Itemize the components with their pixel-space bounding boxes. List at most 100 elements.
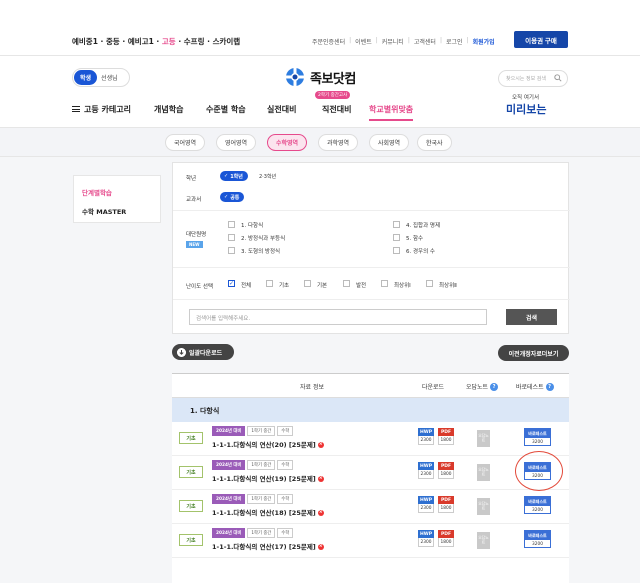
grade-links: 예비중1 · 중등 · 예비고1 · 고등 · 수프링 · 스카이랩 — [72, 37, 241, 46]
grade-link-pre-high1[interactable]: 예비고1 — [128, 37, 154, 46]
nav-category[interactable]: 고등 카테고리 — [72, 104, 131, 115]
filter-panel: 학년 ✓ 1학년 2·3학년 교과서 ✓ 공통 대단원명 NEW 1. 다항식 2.… — [172, 162, 570, 334]
nav-practice[interactable]: 실전대비 — [267, 104, 296, 115]
header-wrong-note: 오답노트? — [466, 382, 499, 391]
pdf-icon: PDF — [438, 530, 454, 538]
util-login[interactable]: 로그인 — [446, 37, 463, 46]
wrong-note-button[interactable]: 오답노트 — [477, 430, 490, 447]
subject-social[interactable]: 사회영역 — [369, 134, 410, 151]
top-bar: 예비중1 · 중등 · 예비고1 · 고등 · 수프링 · 스카이랩 주문인증센… — [0, 0, 640, 56]
quick-test-button[interactable]: 바로테스트 3200 — [524, 530, 551, 548]
subject-tag: 수학 — [277, 460, 294, 470]
unit-checkbox-3[interactable] — [228, 247, 235, 254]
year-tag: 2024년 대비 — [212, 460, 246, 470]
table-row: 기초 2024년 대비 1학기 중간 수학 1-1-1.다항식의 연산(19) … — [172, 456, 569, 490]
sidebar-item-stepwise[interactable]: 단계별학습 — [82, 187, 112, 197]
remove-icon[interactable]: × — [317, 510, 324, 516]
level-basic-checkbox[interactable] — [266, 280, 273, 287]
util-order-auth[interactable]: 주문인증센터 — [312, 37, 345, 46]
level-top1-label: 최상위Ⅰ — [394, 283, 411, 289]
bulk-download-button[interactable]: 일괄다운로드 — [172, 344, 234, 360]
download-icon — [177, 347, 186, 357]
prev-curriculum-button[interactable]: 이전개정자료더보기 — [498, 345, 569, 361]
site-logo[interactable]: 족보닷컴 — [284, 66, 356, 88]
hwp-download[interactable]: HWP 2300 — [418, 530, 434, 550]
quick-test-button[interactable]: 바로테스트 3200 — [524, 496, 551, 514]
textbook-common-pill[interactable]: ✓ 공통 — [220, 192, 245, 202]
row-title[interactable]: 1-1-1.다항식의 연산(19) [25문제] × — [212, 473, 324, 483]
pdf-download[interactable]: PDF 1800 — [438, 496, 454, 516]
row-title[interactable]: 1-1-1.다항식의 연산(17) [25문제] × — [212, 541, 324, 551]
help-icon[interactable]: ? — [545, 382, 554, 391]
toggle-teacher[interactable]: 선생님 — [97, 70, 122, 85]
logo-icon — [285, 67, 305, 87]
pdf-icon: PDF — [438, 428, 454, 436]
unit-checkbox-1[interactable] — [228, 221, 235, 228]
nav-final[interactable]: 직전대비 — [322, 104, 351, 115]
divider — [173, 299, 570, 300]
remove-icon[interactable]: × — [317, 544, 324, 550]
table-header: 자료 정보 다운로드 오답노트? 바로테스트? — [172, 373, 569, 398]
wrong-note-button[interactable]: 오답노트 — [477, 532, 490, 549]
level-standard-checkbox[interactable] — [304, 280, 311, 287]
toggle-student[interactable]: 학생 — [74, 70, 98, 85]
site-search-input[interactable]: 찾으시는 정보 검색 — [498, 70, 568, 87]
buy-pass-button[interactable]: 이용권 구매 — [514, 31, 568, 48]
help-icon[interactable]: ? — [490, 382, 499, 391]
subject-bar: 국어영역 영어영역 수학영역 과학영역 사회영역 한국사 — [0, 127, 640, 157]
level-all-checkbox[interactable]: ✓ — [228, 280, 235, 287]
unit-label-3: 3. 도형의 방정식 — [241, 249, 281, 255]
hwp-download[interactable]: HWP 2300 — [418, 496, 434, 516]
grade-link-high[interactable]: 고등 — [162, 37, 176, 46]
user-type-toggle[interactable]: 학생 선생님 — [72, 68, 130, 87]
grade-link-skylab[interactable]: 스카이랩 — [213, 37, 241, 46]
row-tags: 2024년 대비 1학기 중간 수학 — [212, 426, 294, 436]
keyword-search-input[interactable]: 검색어를 입력해주세요. — [189, 309, 487, 325]
pdf-download[interactable]: PDF 1800 — [438, 530, 454, 550]
wrong-note-button[interactable]: 오답노트 — [477, 464, 490, 481]
nav-level[interactable]: 수준별 학습 — [206, 104, 246, 115]
grade-1-pill[interactable]: ✓ 1학년 — [220, 171, 248, 181]
subject-korean[interactable]: 국어영역 — [165, 134, 206, 151]
pdf-download[interactable]: PDF 1800 — [438, 428, 454, 448]
unit-checkbox-4[interactable] — [393, 221, 400, 228]
subject-science[interactable]: 과학영역 — [318, 134, 359, 151]
search-icon[interactable] — [554, 74, 562, 82]
grade-link-middle[interactable]: 중등 — [106, 37, 120, 46]
hwp-icon: HWP — [418, 462, 434, 470]
material-table: 자료 정보 다운로드 오답노트? 바로테스트? 1. 다항식 기초 2024년 … — [172, 373, 569, 583]
subject-history[interactable]: 한국사 — [417, 134, 452, 151]
nav-school-custom[interactable]: 학교별위맞춤 — [369, 104, 414, 121]
hwp-download[interactable]: HWP 2300 — [418, 428, 434, 448]
subject-math[interactable]: 수학영역 — [267, 134, 308, 151]
grade-link-supring[interactable]: 수프링 — [184, 37, 205, 46]
util-signup[interactable]: 회원가입 — [473, 37, 495, 46]
unit-checkbox-6[interactable] — [393, 247, 400, 254]
util-community[interactable]: 커뮤니티 — [382, 37, 404, 46]
main-nav: 고등 카테고리 개념학습 수준별 학습 실전대비 2학기 중간고사 직전대비 학… — [72, 91, 569, 126]
row-title[interactable]: 1-1-1.다항식의 연산(18) [25문제] × — [212, 507, 324, 517]
grade-2-3-option[interactable]: 2·3학년 — [259, 173, 276, 180]
sidebar-item-math-master[interactable]: 수학 MASTER — [82, 206, 126, 216]
unit-label-2: 2. 방정식과 부등식 — [241, 236, 286, 242]
level-top1-checkbox[interactable] — [381, 280, 388, 287]
level-badge: 기초 — [179, 534, 203, 546]
row-title[interactable]: 1-1-1.다항식의 연산(20) [25문제] × — [212, 439, 324, 449]
pdf-download[interactable]: PDF 1800 — [438, 462, 454, 482]
level-advanced-checkbox[interactable] — [343, 280, 350, 287]
keyword-search-button[interactable]: 검색 — [506, 309, 557, 325]
quick-test-button[interactable]: 바로테스트 3200 — [524, 428, 551, 446]
remove-icon[interactable]: × — [317, 442, 324, 448]
wrong-note-button[interactable]: 오답노트 — [477, 498, 490, 515]
util-event[interactable]: 이벤트 — [355, 37, 372, 46]
remove-icon[interactable]: × — [317, 476, 324, 482]
subject-english[interactable]: 영어영역 — [216, 134, 257, 151]
util-support[interactable]: 고객센터 — [414, 37, 436, 46]
nav-concept[interactable]: 개념학습 — [154, 104, 183, 115]
hwp-download[interactable]: HWP 2300 — [418, 462, 434, 482]
level-top2-checkbox[interactable] — [426, 280, 433, 287]
unit-checkbox-5[interactable] — [393, 234, 400, 241]
unit-checkbox-2[interactable] — [228, 234, 235, 241]
grade-link-pre-middle1[interactable]: 예비중1 — [72, 37, 98, 46]
pdf-icon: PDF — [438, 462, 454, 470]
